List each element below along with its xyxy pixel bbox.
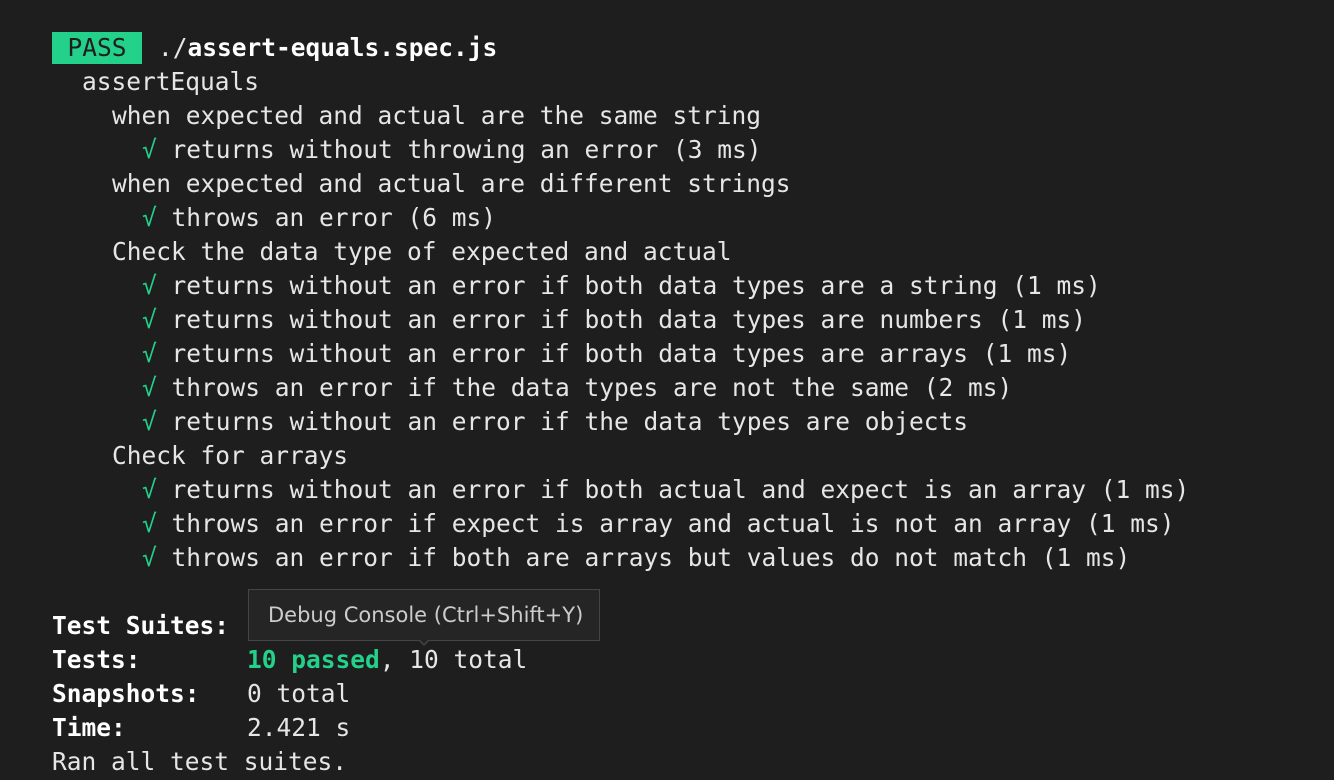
test-item: √ returns without an error if both data … [142, 269, 1101, 303]
group-title: Check for arrays [112, 441, 349, 470]
debug-console-tooltip: Debug Console (Ctrl+Shift+Y) [248, 589, 600, 641]
summary-footer: Ran all test suites. [52, 747, 348, 776]
test-name: throws an error if the data types are no… [171, 373, 1013, 402]
check-icon: √ [142, 339, 157, 368]
test-item: √ returns without an error if both actua… [142, 473, 1189, 507]
test-name: throws an error (6 ms) [171, 203, 497, 232]
pass-badge: PASS [52, 32, 142, 64]
suite-title: assertEquals [82, 67, 260, 96]
test-name: returns without an error if both data ty… [171, 271, 1101, 300]
test-item: √ returns without throwing an error (3 m… [142, 133, 762, 167]
test-name: returns without an error if both data ty… [171, 339, 1072, 368]
test-item: √ throws an error if expect is array and… [142, 507, 1175, 541]
tests-separator: , [379, 645, 395, 674]
test-name: returns without an error if both actual … [171, 475, 1190, 504]
test-item: √ returns without an error if both data … [142, 337, 1071, 371]
check-icon: √ [142, 135, 157, 164]
check-icon: √ [142, 373, 157, 402]
summary-time-value: 2.421 s [247, 713, 351, 742]
test-item: √ returns without an error if both data … [142, 303, 1086, 337]
tooltip-arrow-fill [419, 639, 429, 644]
summary-time-label: Time: [52, 713, 126, 742]
test-name: returns without an error if both data ty… [171, 305, 1087, 334]
terminal-panel[interactable]: PASS ./assert-equals.spec.js assertEqual… [0, 0, 1334, 780]
test-name: returns without an error if the data typ… [171, 407, 969, 436]
check-icon: √ [142, 305, 157, 334]
test-item: √ throws an error if both are arrays but… [142, 541, 1130, 575]
check-icon: √ [142, 407, 157, 436]
check-icon: √ [142, 271, 157, 300]
test-file-path: ./assert-equals.spec.js [158, 31, 497, 65]
summary-suites-label: Test Suites: [52, 611, 230, 640]
summary-tests-value: 10 passed, 10 total [247, 643, 527, 677]
check-icon: √ [142, 543, 157, 572]
group-title: when expected and actual are different s… [112, 169, 791, 198]
check-icon: √ [142, 475, 157, 504]
test-name: throws an error if expect is array and a… [171, 509, 1175, 538]
file-name: assert-equals.spec.js [187, 33, 498, 62]
test-item: √ throws an error if the data types are … [142, 371, 1012, 405]
summary-snapshots-label: Snapshots: [52, 679, 200, 708]
check-icon: √ [142, 203, 157, 232]
check-icon: √ [142, 509, 157, 538]
group-title: Check the data type of expected and actu… [112, 237, 732, 266]
tests-passed: 10 passed [247, 645, 380, 674]
group-title: when expected and actual are the same st… [112, 101, 762, 130]
test-name: returns without throwing an error (3 ms) [171, 135, 762, 164]
tests-total: 10 total [409, 645, 528, 674]
file-path-prefix: ./ [158, 33, 188, 62]
test-name: throws an error if both are arrays but v… [171, 543, 1131, 572]
summary-tests-label: Tests: [52, 645, 141, 674]
test-item: √ throws an error (6 ms) [142, 201, 496, 235]
summary-snapshots-value: 0 total [247, 679, 351, 708]
test-item: √ returns without an error if the data t… [142, 405, 968, 439]
